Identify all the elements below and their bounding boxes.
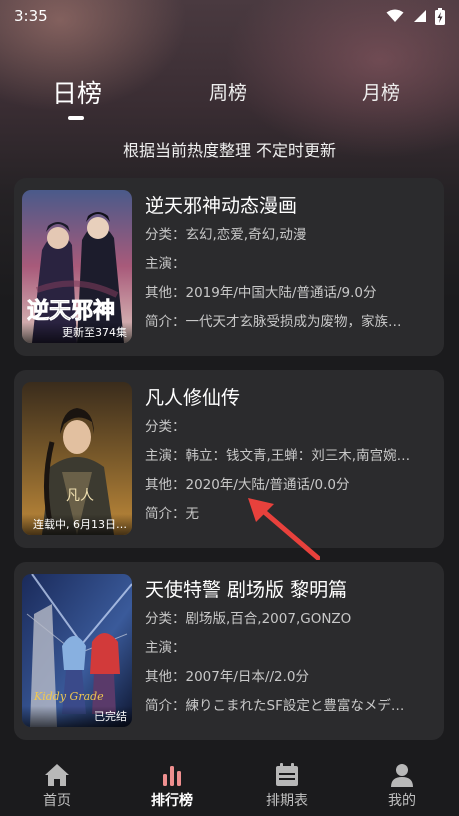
nav-schedule[interactable]: 排期表 bbox=[247, 762, 327, 810]
nav-profile[interactable]: 我的 bbox=[362, 762, 442, 810]
home-icon bbox=[45, 764, 69, 786]
tab-weekly[interactable]: 周榜 bbox=[209, 78, 247, 105]
cover-art-image: Kiddy Grade bbox=[22, 574, 132, 727]
episode-badge: 连载中, 6月13日… bbox=[22, 514, 132, 535]
wifi-icon bbox=[386, 9, 404, 22]
cover-image[interactable]: 逆天邪神 更新至374集 bbox=[22, 190, 132, 343]
item-other: 其他：2019年/中国大陆/普通话/9.0分 bbox=[145, 285, 377, 301]
bottom-navigation: 首页 排行榜 排期表 我的 bbox=[0, 748, 459, 816]
item-info: 天使特警 剧场版 黎明篇 分类：剧场版,百合,2007,GONZO 主演： 其他… bbox=[145, 575, 435, 721]
list-item[interactable]: 逆天邪神 更新至374集 逆天邪神动态漫画 分类：玄幻,恋爱,奇幻,动漫 主演：… bbox=[14, 178, 444, 356]
item-title[interactable]: 凡人修仙传 bbox=[145, 383, 435, 413]
status-time: 3:35 bbox=[14, 7, 48, 25]
item-cast: 主演： bbox=[145, 256, 186, 272]
item-title[interactable]: 逆天邪神动态漫画 bbox=[145, 191, 435, 221]
tab-monthly[interactable]: 月榜 bbox=[362, 78, 400, 105]
cover-image[interactable]: Kiddy Grade 已完结 bbox=[22, 574, 132, 727]
nav-label: 排期表 bbox=[266, 793, 308, 809]
signal-icon bbox=[414, 10, 426, 22]
nav-label: 首页 bbox=[43, 793, 71, 809]
nav-label: 我的 bbox=[388, 793, 416, 809]
cover-image[interactable]: 凡人 连载中, 6月13日… bbox=[22, 382, 132, 535]
battery-icon bbox=[435, 7, 445, 25]
item-cast: 主演：韩立：钱文青,王蝉：刘三木,南宫婉… bbox=[145, 448, 411, 464]
list-item[interactable]: 凡人 连载中, 6月13日… 凡人修仙传 分类： 主演：韩立：钱文青,王蝉：刘三… bbox=[14, 370, 444, 548]
annotation-arrow-icon bbox=[248, 498, 320, 560]
cover-art-image: 凡人 bbox=[22, 382, 132, 535]
item-cast: 主演： bbox=[145, 640, 186, 656]
cover-logo: Kiddy Grade bbox=[33, 690, 104, 703]
status-bar: 3:35 bbox=[0, 0, 459, 32]
tab-daily[interactable]: 日榜 bbox=[52, 74, 102, 110]
item-info: 逆天邪神动态漫画 分类：玄幻,恋爱,奇幻,动漫 主演： 其他：2019年/中国大… bbox=[145, 191, 435, 337]
item-category: 分类： bbox=[145, 419, 186, 435]
ranking-tabs: 日榜 周榜 月榜 bbox=[0, 78, 459, 118]
tab-indicator bbox=[68, 116, 84, 120]
status-icons bbox=[386, 7, 445, 25]
item-category: 分类：玄幻,恋爱,奇幻,动漫 bbox=[145, 227, 307, 243]
cover-logo: 凡人 bbox=[66, 488, 94, 504]
calendar-icon bbox=[276, 763, 298, 786]
nav-home[interactable]: 首页 bbox=[17, 762, 97, 810]
item-summary: 简介：練りこまれたSF設定と豊富なメデ… bbox=[145, 698, 405, 714]
ranking-subtitle: 根据当前热度整理 不定时更新 bbox=[122, 141, 337, 160]
item-category: 分类：剧场版,百合,2007,GONZO bbox=[145, 611, 352, 627]
episode-badge: 更新至374集 bbox=[22, 322, 132, 343]
nav-ranking[interactable]: 排行榜 bbox=[132, 762, 212, 810]
item-summary: 简介：一代天才玄脉受损成为废物，家族… bbox=[145, 314, 402, 330]
item-title[interactable]: 天使特警 剧场版 黎明篇 bbox=[145, 575, 435, 605]
ranking-icon bbox=[163, 766, 181, 786]
user-icon bbox=[391, 764, 413, 787]
nav-label: 排行榜 bbox=[151, 793, 193, 809]
cover-logo: 逆天邪神 bbox=[27, 298, 115, 324]
list-item[interactable]: Kiddy Grade 已完结 天使特警 剧场版 黎明篇 分类：剧场版,百合,2… bbox=[14, 562, 444, 740]
cover-art-image: 逆天邪神 bbox=[22, 190, 132, 343]
episode-badge: 已完结 bbox=[22, 706, 132, 727]
item-other: 其他：2007年/日本//2.0分 bbox=[145, 669, 309, 685]
